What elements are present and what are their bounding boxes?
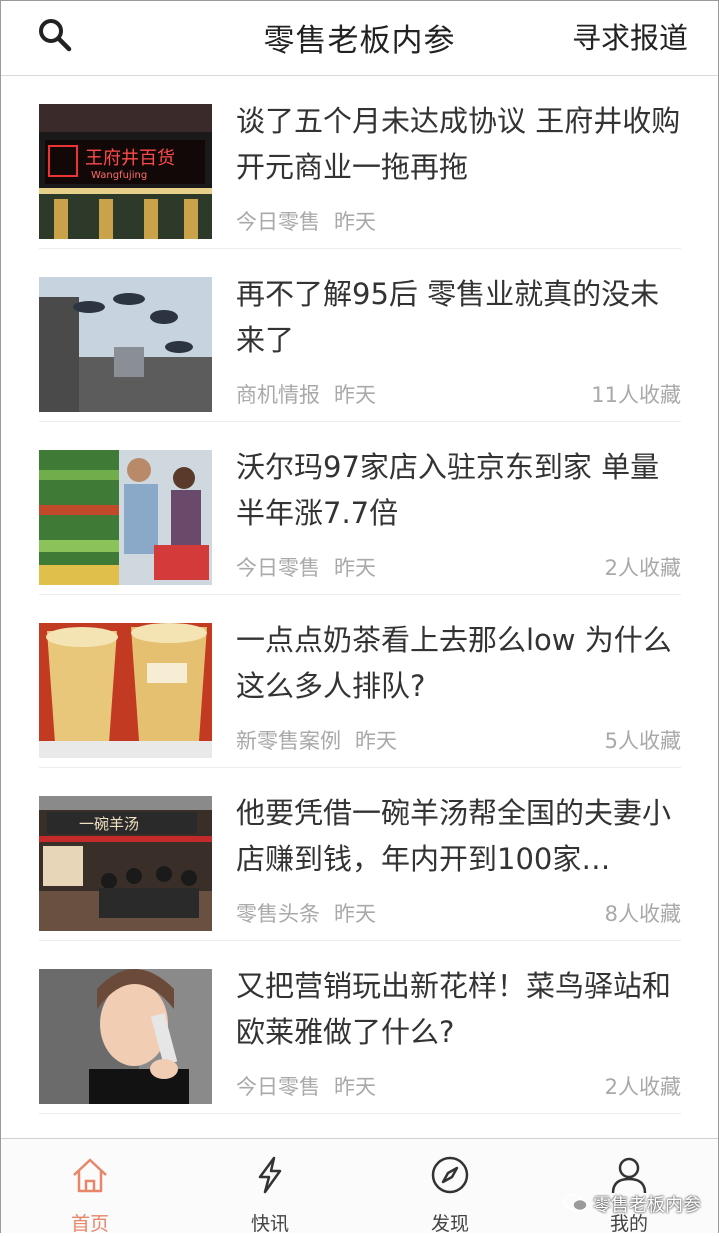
article-item[interactable]: 一点点奶茶看上去那么low 为什么这么多人排队? 新零售案例 昨天 5人收藏 — [39, 595, 681, 768]
article-time: 昨天 — [355, 729, 397, 753]
article-meta: 今日零售 昨天 — [236, 206, 376, 236]
article-meta: 零售头条 昨天 — [236, 898, 376, 928]
article-title[interactable]: 沃尔玛97家店入驻京东到家 单量半年涨7.7倍 — [236, 444, 684, 536]
article-item[interactable]: 沃尔玛97家店入驻京东到家 单量半年涨7.7倍 今日零售 昨天 2人收藏 — [39, 422, 681, 595]
tab-news-flash[interactable]: 快讯 — [210, 1139, 330, 1235]
article-time: 昨天 — [334, 383, 376, 407]
article-time: 昨天 — [334, 556, 376, 580]
favorite-count: 8人收藏 — [604, 902, 681, 926]
tab-home[interactable]: 首页 — [30, 1139, 150, 1235]
article-item[interactable]: 王府井百货 Wangfujing 谈了五个月未达成协议 王府井收购开元商业一拖再… — [39, 76, 681, 249]
favorite-count: 2人收藏 — [604, 1075, 681, 1099]
article-title[interactable]: 再不了解95后 零售业就真的没未来了 — [236, 271, 684, 363]
article-thumbnail[interactable] — [39, 623, 212, 758]
bottom-tab-bar: 首页 快讯 发现 我的 — [1, 1138, 718, 1235]
thumbnail-sign-subtext: Wangfujing — [91, 170, 147, 181]
app-frame: 零售老板内参 寻求报道 王府井百货 Wangfujing 谈了五个月未达成协议 … — [0, 0, 719, 1235]
article-source: 零售头条 — [236, 902, 320, 926]
article-meta: 商机情报 昨天 — [236, 379, 376, 409]
article-thumbnail[interactable]: 一碗羊汤 — [39, 796, 212, 931]
article-time: 昨天 — [334, 902, 376, 926]
thumbnail-sign-text: 一碗羊汤 — [79, 815, 139, 833]
tab-label: 快讯 — [250, 1213, 289, 1235]
home-icon — [73, 1158, 107, 1193]
wechat-icon — [563, 1194, 588, 1212]
article-thumbnail[interactable] — [39, 277, 212, 412]
article-source: 新零售案例 — [236, 729, 341, 753]
favorite-count: 5人收藏 — [604, 729, 681, 753]
article-time: 昨天 — [334, 210, 376, 234]
article-time: 昨天 — [334, 1075, 376, 1099]
article-item[interactable]: 再不了解95后 零售业就真的没未来了 商机情报 昨天 11人收藏 — [39, 249, 681, 422]
article-thumbnail[interactable]: 王府井百货 Wangfujing — [39, 104, 212, 239]
article-title[interactable]: 一点点奶茶看上去那么low 为什么这么多人排队? — [236, 617, 684, 709]
thumbnail-sign-text: 王府井百货 — [85, 148, 175, 169]
article-source: 商机情报 — [236, 383, 320, 407]
compass-icon — [431, 1156, 469, 1194]
user-icon — [611, 1157, 647, 1194]
article-source: 今日零售 — [236, 210, 320, 234]
tab-discover[interactable]: 发现 — [390, 1139, 510, 1235]
article-meta: 今日零售 昨天 — [236, 1071, 376, 1101]
tab-label: 首页 — [70, 1213, 109, 1235]
article-meta: 今日零售 昨天 — [236, 552, 376, 582]
top-bar: 零售老板内参 寻求报道 — [1, 1, 718, 76]
tab-label: 发现 — [430, 1213, 469, 1235]
lightning-icon — [258, 1156, 282, 1194]
article-item[interactable]: 一碗羊汤 他要凭借一碗羊汤帮全国的夫妻小店赚到钱，年内开到100家… 零售头条昨… — [39, 768, 681, 941]
article-thumbnail[interactable] — [39, 969, 212, 1104]
article-title[interactable]: 又把营销玩出新花样！菜鸟驿站和欧莱雅做了什么? — [236, 963, 684, 1055]
seek-report-button[interactable]: 寻求报道 — [572, 15, 688, 57]
watermark-text: 零售老板内参 — [593, 1195, 701, 1216]
article-source: 今日零售 — [236, 556, 320, 580]
article-meta: 新零售案例 昨天 — [236, 725, 397, 755]
article-source: 今日零售 — [236, 1075, 320, 1099]
favorite-count: 2人收藏 — [604, 556, 681, 580]
article-thumbnail[interactable] — [39, 450, 212, 585]
article-title[interactable]: 谈了五个月未达成协议 王府井收购开元商业一拖再拖 — [236, 98, 684, 190]
article-item[interactable]: 又把营销玩出新花样！菜鸟驿站和欧莱雅做了什么? 今日零售 昨天 2人收藏 — [39, 941, 681, 1114]
tab-mine[interactable]: 我的 — [569, 1139, 689, 1235]
article-title[interactable]: 他要凭借一碗羊汤帮全国的夫妻小店赚到钱，年内开到100家… — [236, 790, 684, 882]
favorite-count: 11人收藏 — [591, 383, 681, 407]
